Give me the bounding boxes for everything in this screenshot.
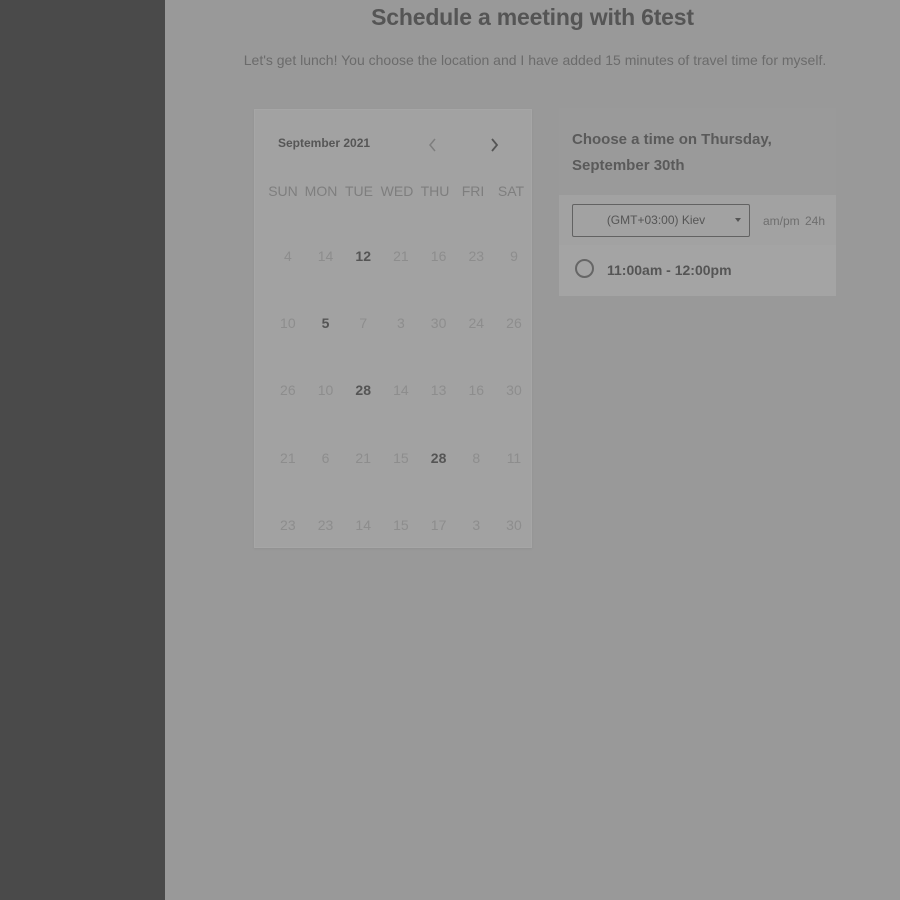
timezone-value: (GMT+03:00) Kiev [606, 213, 706, 227]
weekday-label: MON [304, 183, 338, 199]
weekday-label: SAT [497, 183, 525, 199]
time-panel-header: Choose a time on Thursday, September 30t… [559, 108, 836, 195]
calendar-day: 14 [355, 516, 371, 533]
calendar-day: 3 [472, 516, 481, 533]
calendar-day: 21 [355, 449, 371, 466]
month-label: September 2021 [278, 136, 371, 150]
calendar-day: 8 [472, 449, 481, 466]
next-month-button[interactable] [482, 133, 506, 157]
radio-circle-icon[interactable] [575, 259, 594, 278]
calendar-day: 30 [506, 382, 522, 399]
calendar-day: 23 [280, 516, 296, 533]
calendar-day: 17 [430, 516, 447, 533]
calendar-day: 14 [317, 247, 334, 264]
chevron-left-icon [429, 138, 436, 152]
calendar-day: 30 [430, 314, 447, 331]
weekday-header: SUN MON TUE WED THU FRI SAT [264, 183, 530, 199]
calendar-day: 7 [359, 314, 368, 331]
calendar-day: 15 [393, 516, 409, 533]
calendar-day: 6 [321, 449, 330, 466]
calendar-day: 13 [430, 382, 447, 399]
ampm-toggle[interactable]: am/pm [763, 214, 800, 228]
caret-down-icon [735, 218, 741, 222]
calendar-day: 15 [393, 449, 409, 466]
calendar-day: 23 [468, 247, 485, 264]
calendar-day: 9 [510, 247, 518, 264]
time-selection-card: Choose a time on Thursday, September 30t… [559, 108, 836, 296]
calendar-card: September 2021 SUN MON TUE WED THU FRI S… [254, 109, 532, 548]
calendar-day-grid: 4 14 12 21 16 23 9 10 5 7 3 30 24 26 26 10 28 14 13 16 30 21 6… [269, 222, 533, 558]
calendar-day: 14 [393, 382, 409, 399]
time-panel-heading: Choose a time on Thursday, September 30t… [572, 131, 772, 174]
calendar-day: 21 [280, 449, 296, 466]
calendar-day: 10 [280, 314, 296, 331]
page-title: Schedule a meeting with 6test [371, 4, 694, 30]
24h-toggle[interactable]: 24h [805, 214, 825, 228]
calendar-day: 11 [506, 449, 522, 466]
calendar-day: 24 [468, 314, 485, 331]
calendar-day: 4 [283, 247, 292, 264]
calendar-day: 21 [393, 247, 409, 264]
calendar-day: 30 [506, 516, 522, 533]
weekday-label: WED [380, 183, 414, 199]
calendar-day: 16 [430, 247, 447, 264]
calendar-day: 23 [317, 516, 334, 533]
time-slot-label: 11:00am - 12:00pm [607, 262, 732, 278]
calendar-day-available[interactable]: 28 [344, 357, 382, 424]
weekday-label: TUE [345, 183, 373, 199]
sidebar [0, 0, 165, 900]
weekday-label: THU [420, 183, 450, 199]
calendar-day: 26 [506, 314, 522, 331]
calendar-day: 26 [280, 382, 296, 399]
page-subtitle: Let's get lunch! You choose the location… [243, 52, 827, 68]
weekday-label: FRI [461, 183, 485, 199]
chevron-right-icon [491, 138, 499, 152]
calendar-day-available[interactable]: 12 [344, 222, 382, 289]
calendar-day: 10 [317, 382, 334, 399]
calendar-day: 16 [468, 382, 485, 399]
weekday-label: SUN [268, 183, 298, 199]
timezone-select[interactable]: (GMT+03:00) Kiev [572, 204, 750, 237]
calendar-day-available[interactable]: 28 [420, 424, 458, 491]
time-slot-option[interactable]: 11:00am - 12:00pm [559, 245, 836, 296]
prev-month-button[interactable] [421, 133, 445, 157]
calendar-day: 3 [397, 314, 405, 331]
calendar-day-available[interactable]: 5 [307, 289, 345, 356]
